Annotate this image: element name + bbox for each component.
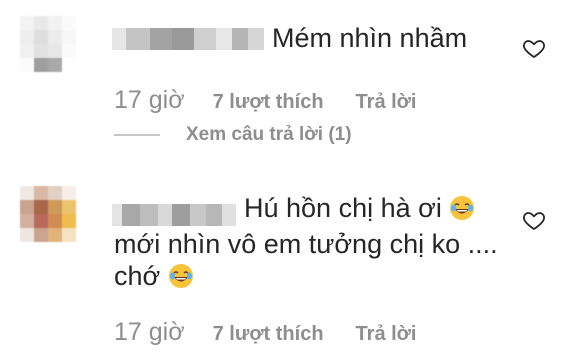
comment-time[interactable]: 17 giờ bbox=[114, 86, 185, 115]
heart-icon[interactable] bbox=[522, 208, 546, 232]
username[interactable] bbox=[112, 204, 236, 226]
view-replies-link[interactable]: Xem câu trả lời (1) bbox=[186, 124, 352, 146]
comment-text-line2: mới nhìn vô em tưởng chị ko .... bbox=[114, 229, 498, 259]
username[interactable] bbox=[112, 28, 264, 50]
replies-divider bbox=[114, 134, 160, 136]
avatar[interactable] bbox=[20, 186, 76, 242]
reply-button[interactable]: Trả lời bbox=[356, 91, 417, 114]
comment-text-line3: chớ bbox=[114, 258, 194, 294]
comment-meta: 17 giờ 7 lượt thích Trả lời bbox=[114, 318, 416, 347]
avatar[interactable] bbox=[20, 16, 76, 72]
heart-icon[interactable] bbox=[522, 36, 546, 60]
comment-1: Mém nhìn nhầm 17 giờ 7 lượt thích Trả lờ… bbox=[0, 0, 588, 145]
likes-count[interactable]: 7 lượt thích bbox=[213, 323, 324, 346]
comment-text: Hú hồn chị hà ơi bbox=[244, 190, 475, 226]
comment-time[interactable]: 17 giờ bbox=[114, 318, 185, 347]
reply-button[interactable]: Trả lời bbox=[356, 323, 417, 346]
laughing-emoji-icon bbox=[450, 196, 475, 220]
laughing-emoji-icon bbox=[168, 264, 193, 288]
comment-meta: 17 giờ 7 lượt thích Trả lời bbox=[114, 86, 416, 115]
likes-count[interactable]: 7 lượt thích bbox=[213, 91, 324, 114]
comment-text: Mém nhìn nhầm bbox=[272, 23, 468, 53]
comment-2: Hú hồn chị hà ơi mới nhìn vô em tưởng ch… bbox=[0, 178, 588, 360]
